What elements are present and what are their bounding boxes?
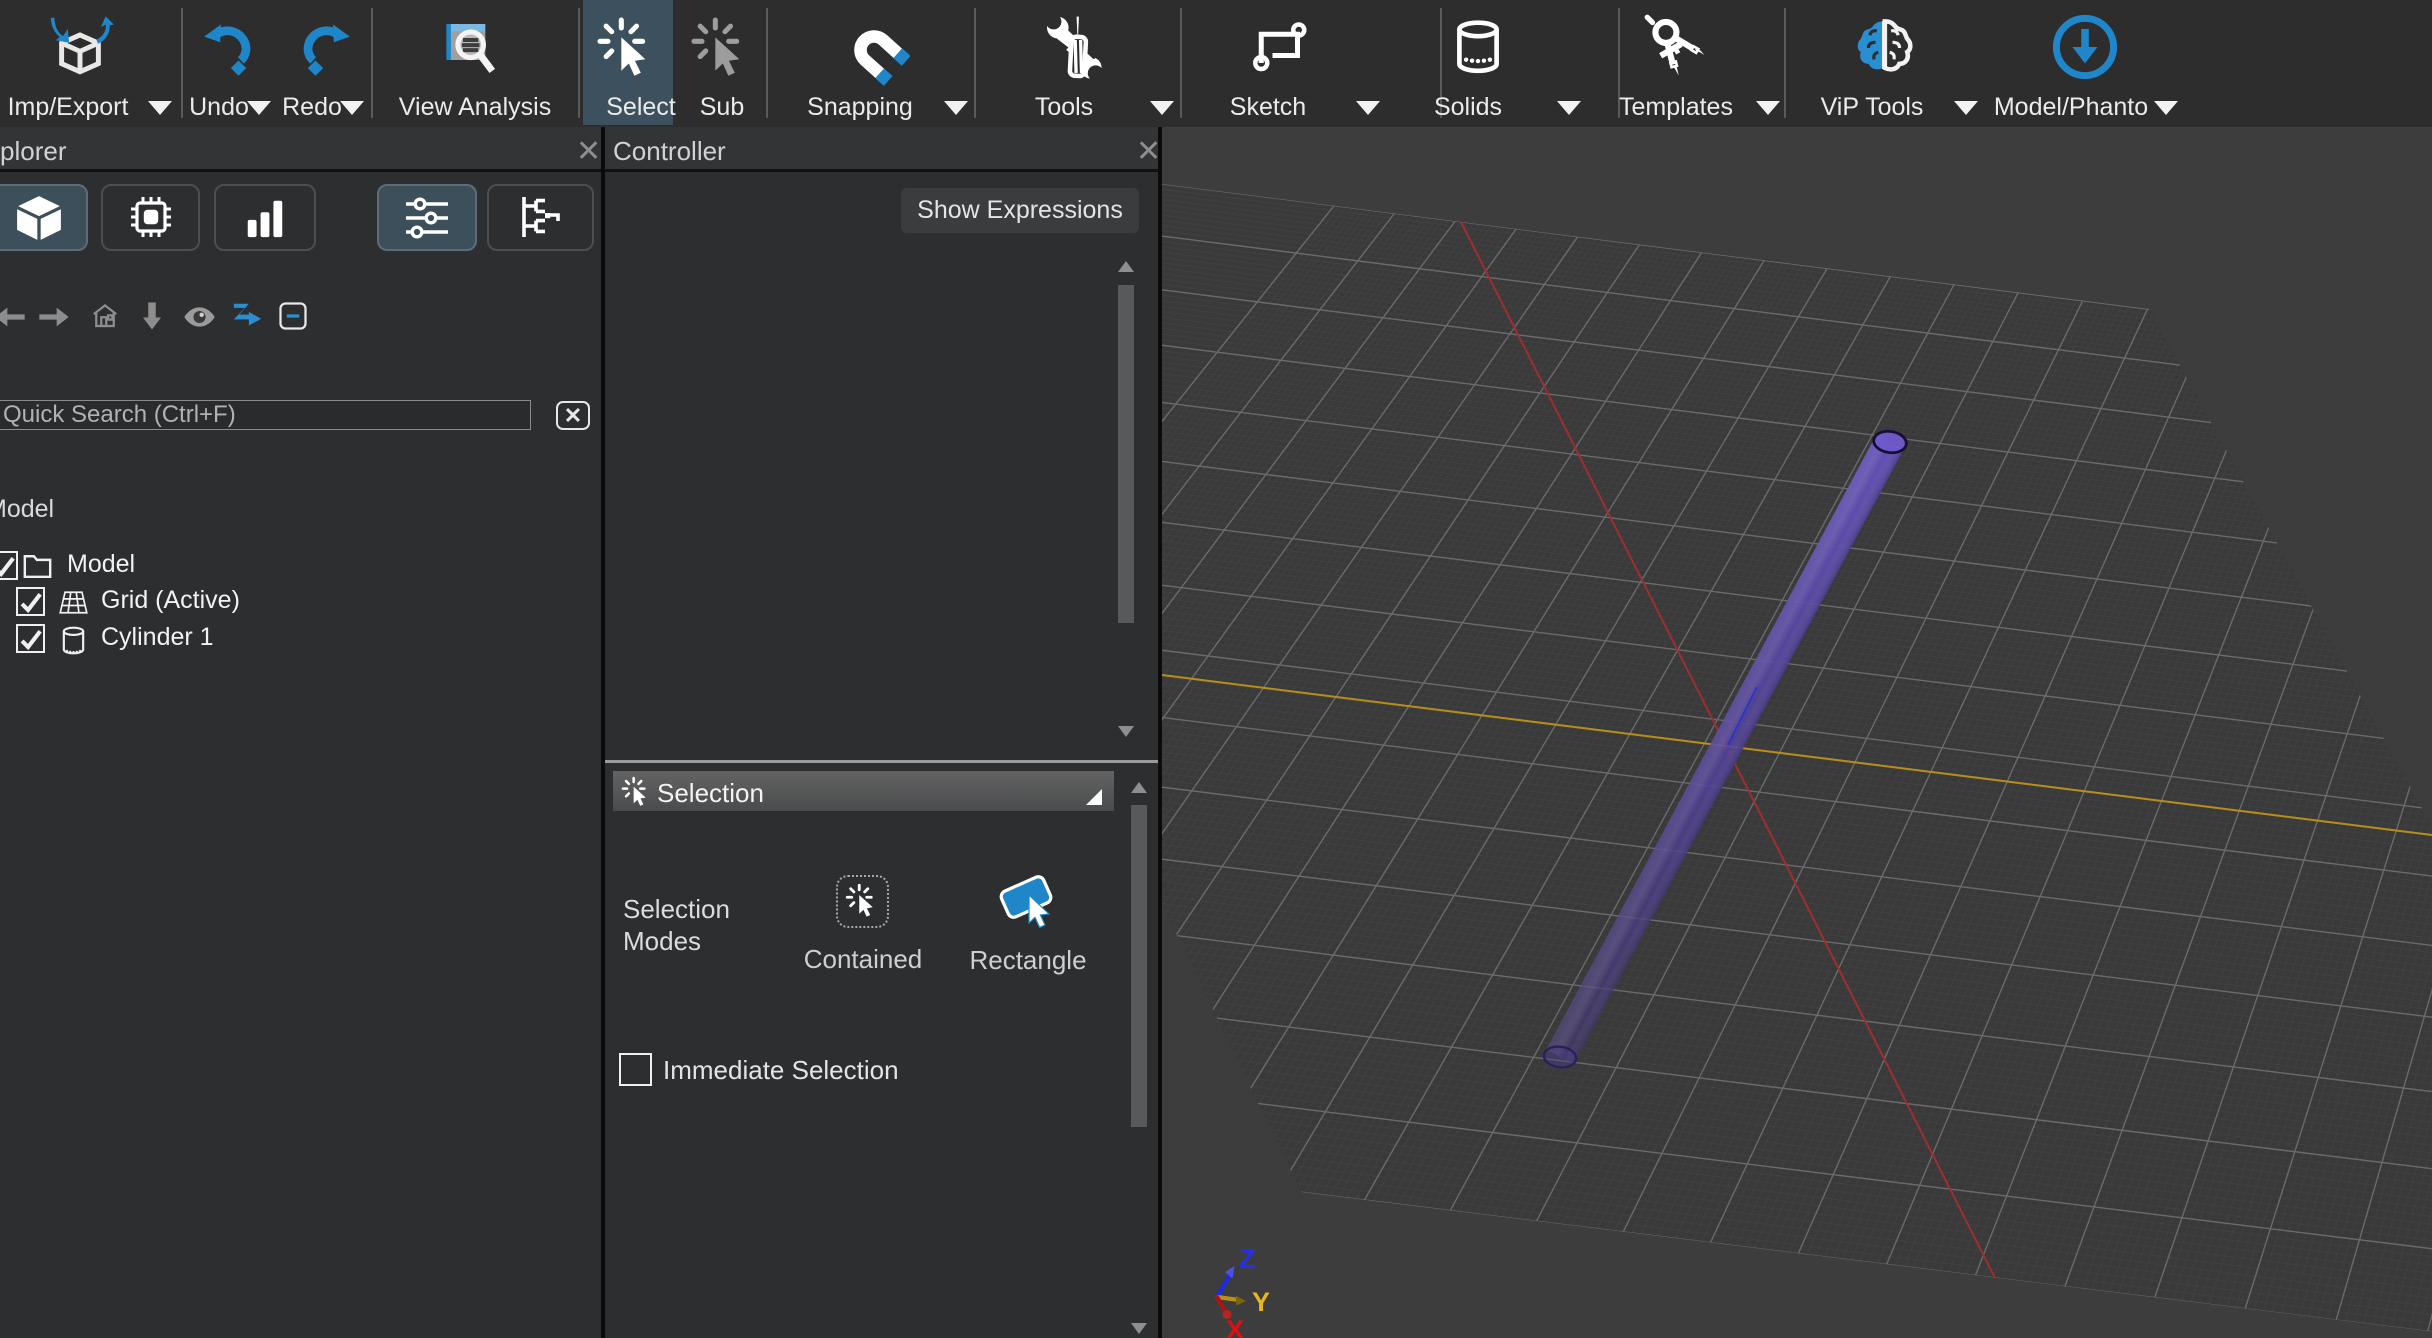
svg-text:X: X	[1226, 1315, 1244, 1338]
svg-text:Y: Y	[1252, 1287, 1270, 1317]
svg-text:Z: Z	[1239, 1244, 1256, 1274]
